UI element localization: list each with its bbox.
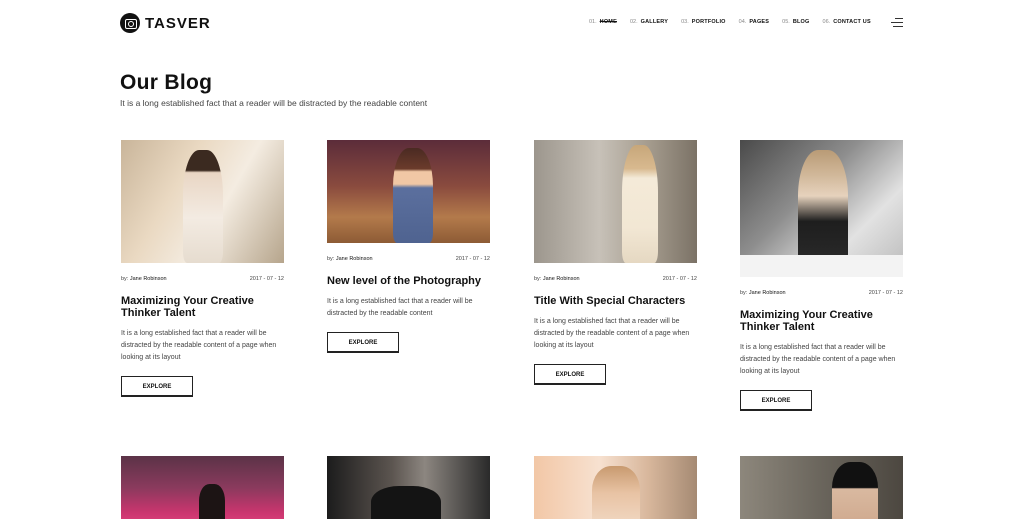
explore-button[interactable]: EXPLORE: [740, 390, 812, 411]
camera-icon: [120, 13, 140, 33]
nav-item-label: CONTACT US: [833, 19, 871, 25]
post-date: 2017 - 07 - 12: [455, 256, 490, 262]
nav-item-label: GALLERY: [640, 19, 669, 25]
brand-logo[interactable]: TASVER: [120, 13, 211, 33]
nav-item-number: 04.: [738, 19, 747, 25]
nav-item-gallery[interactable]: 02. GALLERY: [630, 19, 668, 25]
nav-item-number: 06.: [822, 19, 831, 25]
main-nav: 01. HOME 02. GALLERY 03. PORTFOLIO 04. P…: [589, 19, 884, 25]
post-author: by: Jane Robinson: [327, 256, 373, 262]
post-excerpt: It is a long established fact that a rea…: [534, 318, 690, 349]
post-image[interactable]: [534, 456, 697, 519]
post-meta: by: Jane Robinson 2017 - 07 - 12: [740, 290, 903, 296]
explore-button[interactable]: EXPLORE: [121, 376, 193, 397]
post-title[interactable]: Maximizing Your Creative Thinker Talent: [121, 295, 284, 319]
post-excerpt: It is a long established fact that a rea…: [327, 298, 473, 317]
post-author: by: Jane Robinson: [740, 290, 786, 296]
post-image[interactable]: [534, 140, 697, 263]
hamburger-menu-icon[interactable]: [891, 18, 903, 27]
explore-button[interactable]: EXPLORE: [534, 364, 606, 385]
post-date: 2017 - 07 - 12: [868, 290, 903, 296]
post-image[interactable]: [740, 140, 903, 277]
brand-name: TASVER: [145, 14, 211, 32]
post-title[interactable]: Maximizing Your Creative Thinker Talent: [740, 309, 903, 333]
post-image[interactable]: [740, 456, 903, 519]
nav-item-number: 05.: [782, 19, 790, 25]
nav-item-home[interactable]: 01. HOME: [589, 19, 617, 25]
page-title: Our Blog: [120, 71, 213, 94]
nav-item-label: HOME: [599, 19, 617, 25]
nav-item-contact[interactable]: 06. CONTACT US: [823, 19, 871, 25]
nav-item-number: 03.: [681, 19, 689, 25]
post-title[interactable]: New level of the Photography: [327, 275, 490, 287]
blog-card: by: Jane Robinson 2017 - 07 - 12 Maximiz…: [121, 140, 284, 397]
post-excerpt: It is a long established fact that a rea…: [121, 330, 277, 361]
nav-item-label: PAGES: [749, 19, 770, 25]
page-subtitle: It is a long established fact that a rea…: [120, 98, 428, 108]
post-image[interactable]: [327, 140, 490, 243]
post-meta: by: Jane Robinson 2017 - 07 - 12: [327, 256, 490, 262]
explore-button[interactable]: EXPLORE: [327, 332, 399, 353]
post-excerpt: It is a long established fact that a rea…: [740, 344, 896, 375]
post-image[interactable]: [121, 456, 284, 519]
nav-item-label: PORTFOLIO: [691, 19, 726, 25]
post-meta: by: Jane Robinson 2017 - 07 - 12: [534, 276, 697, 282]
post-date: 2017 - 07 - 12: [662, 276, 697, 282]
nav-item-blog[interactable]: 05. BLOG: [782, 19, 809, 25]
nav-item-number: 01.: [589, 19, 597, 25]
post-image[interactable]: [327, 456, 490, 519]
post-author: by: Jane Robinson: [121, 276, 167, 282]
nav-item-portfolio[interactable]: 03. PORTFOLIO: [681, 19, 726, 25]
nav-item-label: BLOG: [792, 19, 810, 25]
nav-item-pages[interactable]: 04. PAGES: [739, 19, 770, 25]
nav-item-number: 02.: [629, 19, 638, 25]
post-date: 2017 - 07 - 12: [249, 276, 284, 282]
post-author: by: Jane Robinson: [534, 276, 580, 282]
post-meta: by: Jane Robinson 2017 - 07 - 12: [121, 276, 284, 282]
blog-card: by: Jane Robinson 2017 - 07 - 12 Title W…: [534, 140, 697, 385]
blog-card: by: Jane Robinson 2017 - 07 - 12 Maximiz…: [740, 140, 903, 411]
post-title[interactable]: Title With Special Characters: [534, 295, 697, 307]
blog-card: by: Jane Robinson 2017 - 07 - 12 New lev…: [327, 140, 490, 353]
post-image[interactable]: [121, 140, 284, 263]
